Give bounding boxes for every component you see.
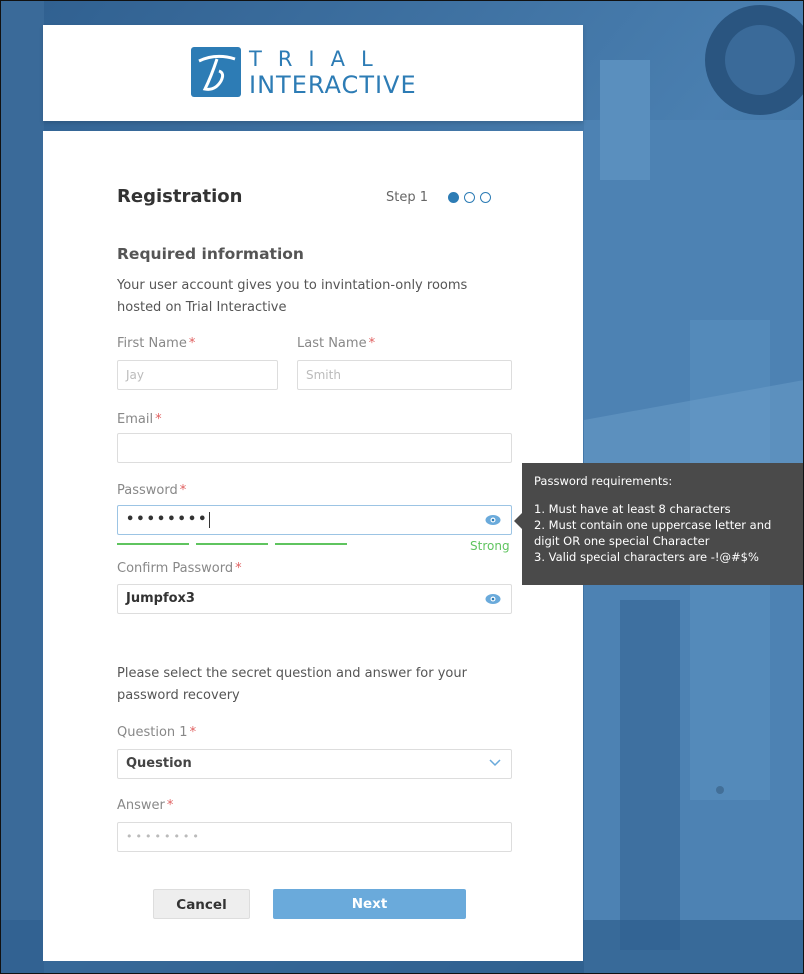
password-input[interactable]: •••••••• (117, 505, 512, 535)
step-dot-active (448, 192, 459, 203)
confirm-password-input[interactable]: Jumpfox3 (117, 584, 512, 614)
cancel-button[interactable]: Cancel (153, 889, 250, 919)
strength-bar-segment (117, 543, 189, 545)
header-logo-card: TRIAL INTERACTIVE (43, 25, 583, 121)
section-heading: Required information (117, 245, 304, 263)
password-strength-label: Strong (470, 539, 510, 553)
tooltip-item: 3. Valid special characters are -!@#$% (534, 550, 759, 564)
step-indicator (448, 192, 491, 203)
email-input[interactable] (117, 433, 512, 463)
question-label: Question 1 * (117, 725, 197, 740)
brand-line-2: INTERACTIVE (249, 71, 417, 99)
question-selected-value: Question (126, 756, 192, 771)
recovery-instructions: Please select the secret question and an… (117, 666, 467, 703)
text-caret (209, 511, 211, 528)
password-label: Password * (117, 483, 187, 498)
chevron-down-icon (489, 759, 501, 767)
email-label: Email * (117, 412, 162, 427)
confirm-password-value: Jumpfox3 (126, 591, 195, 606)
first-name-label: First Name * (117, 336, 196, 351)
strength-bar-segment (196, 543, 268, 545)
page-title: Registration (117, 186, 243, 207)
step-dot (464, 192, 475, 203)
confirm-password-label: Confirm Password * (117, 561, 242, 576)
last-name-input[interactable]: Smith (297, 360, 512, 390)
tooltip-title: Password requirements: (534, 474, 673, 488)
tooltip-item: 1. Must have at least 8 characters (534, 502, 731, 516)
answer-label: Answer * (117, 798, 174, 813)
registration-card: Registration Step 1 Required information… (43, 131, 583, 961)
password-requirements-tooltip: Password requirements: 1. Must have at l… (514, 463, 803, 585)
tooltip-item: 2. Must contain one uppercase letter and… (534, 518, 772, 548)
answer-placeholder: •••••••• (126, 830, 202, 843)
strength-bar-segment (275, 543, 347, 545)
eye-icon[interactable] (485, 514, 501, 526)
trial-interactive-logo-icon (191, 47, 241, 97)
section-description: Your user account gives you to invintati… (117, 278, 468, 315)
tooltip-arrow (514, 513, 522, 529)
eye-icon[interactable] (485, 593, 501, 605)
password-masked-value: •••••••• (126, 512, 209, 527)
last-name-label: Last Name * (297, 336, 376, 351)
brand-line-1: TRIAL (249, 47, 389, 71)
next-button[interactable]: Next (273, 889, 466, 919)
step-label: Step 1 (386, 190, 429, 205)
answer-input[interactable]: •••••••• (117, 822, 512, 852)
question-select[interactable]: Question (117, 749, 512, 779)
first-name-input[interactable]: Jay (117, 360, 278, 390)
step-dot (480, 192, 491, 203)
